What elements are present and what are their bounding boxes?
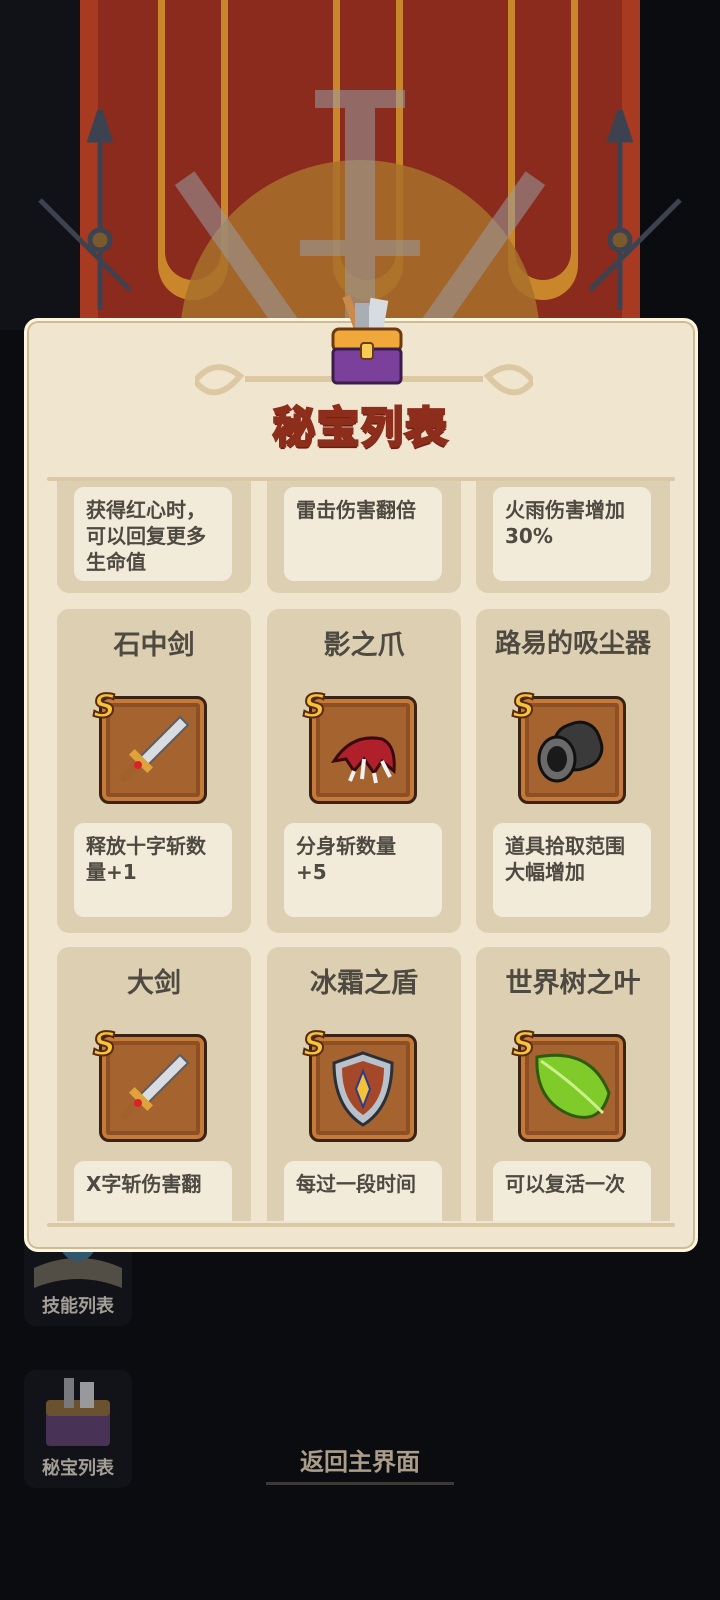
sword-icon xyxy=(118,1053,190,1122)
treasure-card[interactable]: 雷击伤害翻倍 xyxy=(267,481,461,593)
treasure-description: 可以复活一次 xyxy=(493,1161,651,1221)
treasure-card[interactable]: 火雨伤害增加 30% xyxy=(476,481,670,593)
spear-decoration-icon xyxy=(588,110,682,310)
treasure-card-vacuum[interactable]: 路易的吸尘器 S 道具拾取范围 大幅增加 xyxy=(476,609,670,933)
treasure-card[interactable]: 获得红心时， 可以回复更多 生命值 xyxy=(57,481,251,593)
treasure-name: 冰霜之盾 xyxy=(310,968,418,999)
sword-icon xyxy=(118,715,190,784)
treasure-name: 石中剑 xyxy=(113,630,195,661)
divider xyxy=(47,1223,675,1227)
treasure-card-greatsword[interactable]: 大剑 S X字斩伤害翻 xyxy=(57,947,251,1221)
treasure-description: 分身斩数量 +5 xyxy=(284,823,442,917)
rank-badge: S xyxy=(92,1024,117,1064)
rank-badge: S xyxy=(511,1024,536,1064)
treasure-card-shadow-claw[interactable]: 影之爪 S 分身斩数量 +5 xyxy=(267,609,461,933)
rank-badge: S xyxy=(92,686,117,726)
shield-icon xyxy=(332,1051,394,1127)
rank-badge: S xyxy=(511,686,536,726)
treasure-grid[interactable]: 获得红心时， 可以回复更多 生命值 雷击伤害翻倍 火雨伤害增加 30% 石中剑 … xyxy=(57,481,671,1221)
treasure-description: 道具拾取范围 大幅增加 xyxy=(493,823,651,917)
treasure-description: 雷击伤害翻倍 xyxy=(284,487,442,581)
skill-list-label: 技能列表 xyxy=(42,1296,114,1317)
treasure-card-frost-shield[interactable]: 冰霜之盾 S 每过一段时间 xyxy=(267,947,461,1221)
vacuum-icon xyxy=(537,720,604,783)
rank-badge: S xyxy=(302,686,327,726)
treasure-list-panel: 秘宝列表 获得红心时， 可以回复更多 生命值 雷击伤害翻倍 火雨伤害增加 30%… xyxy=(24,294,698,1252)
treasure-name: 路易的吸尘器 xyxy=(494,629,651,659)
treasure-list-label: 秘宝列表 xyxy=(42,1458,114,1479)
back-to-main-button[interactable]: 返回主界面 xyxy=(266,1442,454,1485)
treasure-chest-icon xyxy=(331,294,403,385)
treasure-name: 影之爪 xyxy=(323,630,405,661)
treasure-name: 世界树之叶 xyxy=(505,968,641,999)
treasure-name: 大剑 xyxy=(127,968,181,999)
treasure-chest-icon xyxy=(46,1378,110,1446)
treasure-description: X字斩伤害翻 xyxy=(74,1161,232,1221)
spear-decoration-icon xyxy=(38,110,132,310)
treasure-description: 释放十字斩数 量+1 xyxy=(74,823,232,917)
treasure-description: 火雨伤害增加 30% xyxy=(493,487,651,581)
treasure-description: 获得红心时， 可以回复更多 生命值 xyxy=(74,487,232,581)
panel-title: 秘宝列表 xyxy=(271,402,449,454)
treasure-description: 每过一段时间 xyxy=(284,1161,442,1221)
leaf-icon xyxy=(535,1053,611,1119)
rank-badge: S xyxy=(302,1024,327,1064)
treasure-card-excalibur[interactable]: 石中剑 S 释放十字斩数 量+1 xyxy=(57,609,251,933)
claw-icon xyxy=(330,736,396,784)
treasure-list-button[interactable]: 秘宝列表 xyxy=(24,1370,132,1488)
treasure-card-world-tree-leaf[interactable]: 世界树之叶 S 可以复活一次 xyxy=(476,947,670,1221)
